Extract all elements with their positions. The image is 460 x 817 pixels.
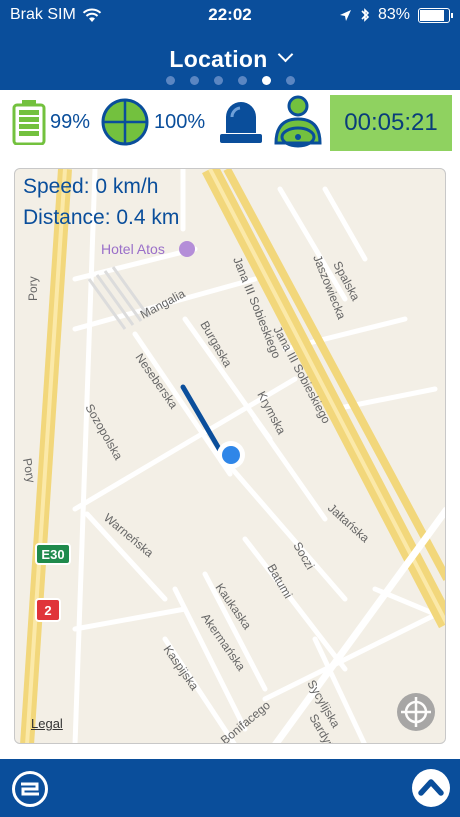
page-title-button[interactable]: Location — [0, 46, 460, 73]
location-arrow-icon — [339, 9, 351, 21]
street-label: Pory — [20, 457, 38, 484]
locate-crosshair-icon — [401, 697, 431, 727]
indicator-bar: 99% 100% 00:05:21 — [0, 92, 460, 152]
gps-signal: 100% — [154, 110, 206, 133]
scroll-up-button[interactable] — [412, 769, 450, 807]
page-dot[interactable] — [237, 76, 247, 85]
street-label: Bonifacego — [218, 698, 273, 744]
legal-link[interactable]: Legal — [31, 716, 63, 731]
session-timer: 00:05:21 — [330, 95, 452, 151]
chevron-down-icon — [277, 46, 293, 63]
street-label: Pory — [26, 276, 40, 301]
app-logo-button[interactable] — [12, 771, 48, 807]
page-dot[interactable] — [213, 76, 223, 85]
gps-indicator: 100% — [100, 92, 205, 152]
page-title: Location — [169, 46, 268, 72]
street-label: Jałtańska — [325, 501, 372, 546]
page-dot[interactable] — [285, 76, 295, 85]
app-logo-icon — [21, 782, 39, 796]
hotel-poi-icon[interactable] — [179, 241, 195, 257]
status-bar: Brak SIM 22:02 83% — [0, 0, 460, 30]
battery-indicator: 99% — [12, 92, 90, 152]
map-canvas[interactable]: Pory Pory Mangalia Burgaska Neseberska S… — [15, 169, 446, 744]
page-indicator[interactable] — [0, 76, 460, 85]
locate-button[interactable] — [397, 693, 435, 731]
crosshair-target-icon — [101, 98, 149, 146]
page-dot[interactable] — [189, 76, 199, 85]
street-label: Mangalia — [138, 286, 188, 321]
status-battery-icon — [418, 7, 453, 23]
route-badge-2: 2 — [35, 598, 61, 622]
route-badge-e30: E30 — [35, 543, 71, 565]
map-view[interactable]: Pory Pory Mangalia Burgaska Neseberska S… — [14, 168, 446, 744]
distance-readout: Distance: 0.4 km — [23, 206, 180, 229]
beacon-indicator — [218, 92, 264, 152]
hotel-label: Hotel Atos — [101, 241, 165, 257]
svg-text:E30: E30 — [41, 547, 64, 562]
street-label: Sozopolska — [82, 402, 125, 463]
street-label: Soczi — [290, 540, 317, 572]
beacon-light-icon — [220, 102, 262, 143]
svg-text:2: 2 — [44, 603, 51, 618]
street-label: Batumi — [264, 562, 295, 601]
page-dot-active[interactable] — [261, 76, 271, 85]
battery-percent: 83% — [377, 6, 410, 23]
footer-bar — [0, 759, 460, 817]
page-dot[interactable] — [165, 76, 175, 85]
driver-indicator — [272, 92, 324, 152]
chevron-up-icon — [418, 779, 444, 796]
battery-icon — [12, 100, 46, 145]
street-label: Kaspijska — [161, 643, 202, 693]
driver-icon — [274, 95, 322, 148]
speed-readout: Speed: 0 km/h — [23, 175, 159, 198]
battery-level: 99% — [50, 110, 91, 133]
street-label: Neseberska — [133, 351, 181, 412]
bluetooth-icon — [361, 8, 370, 22]
header: Brak SIM 22:02 83% Location — [0, 0, 460, 90]
